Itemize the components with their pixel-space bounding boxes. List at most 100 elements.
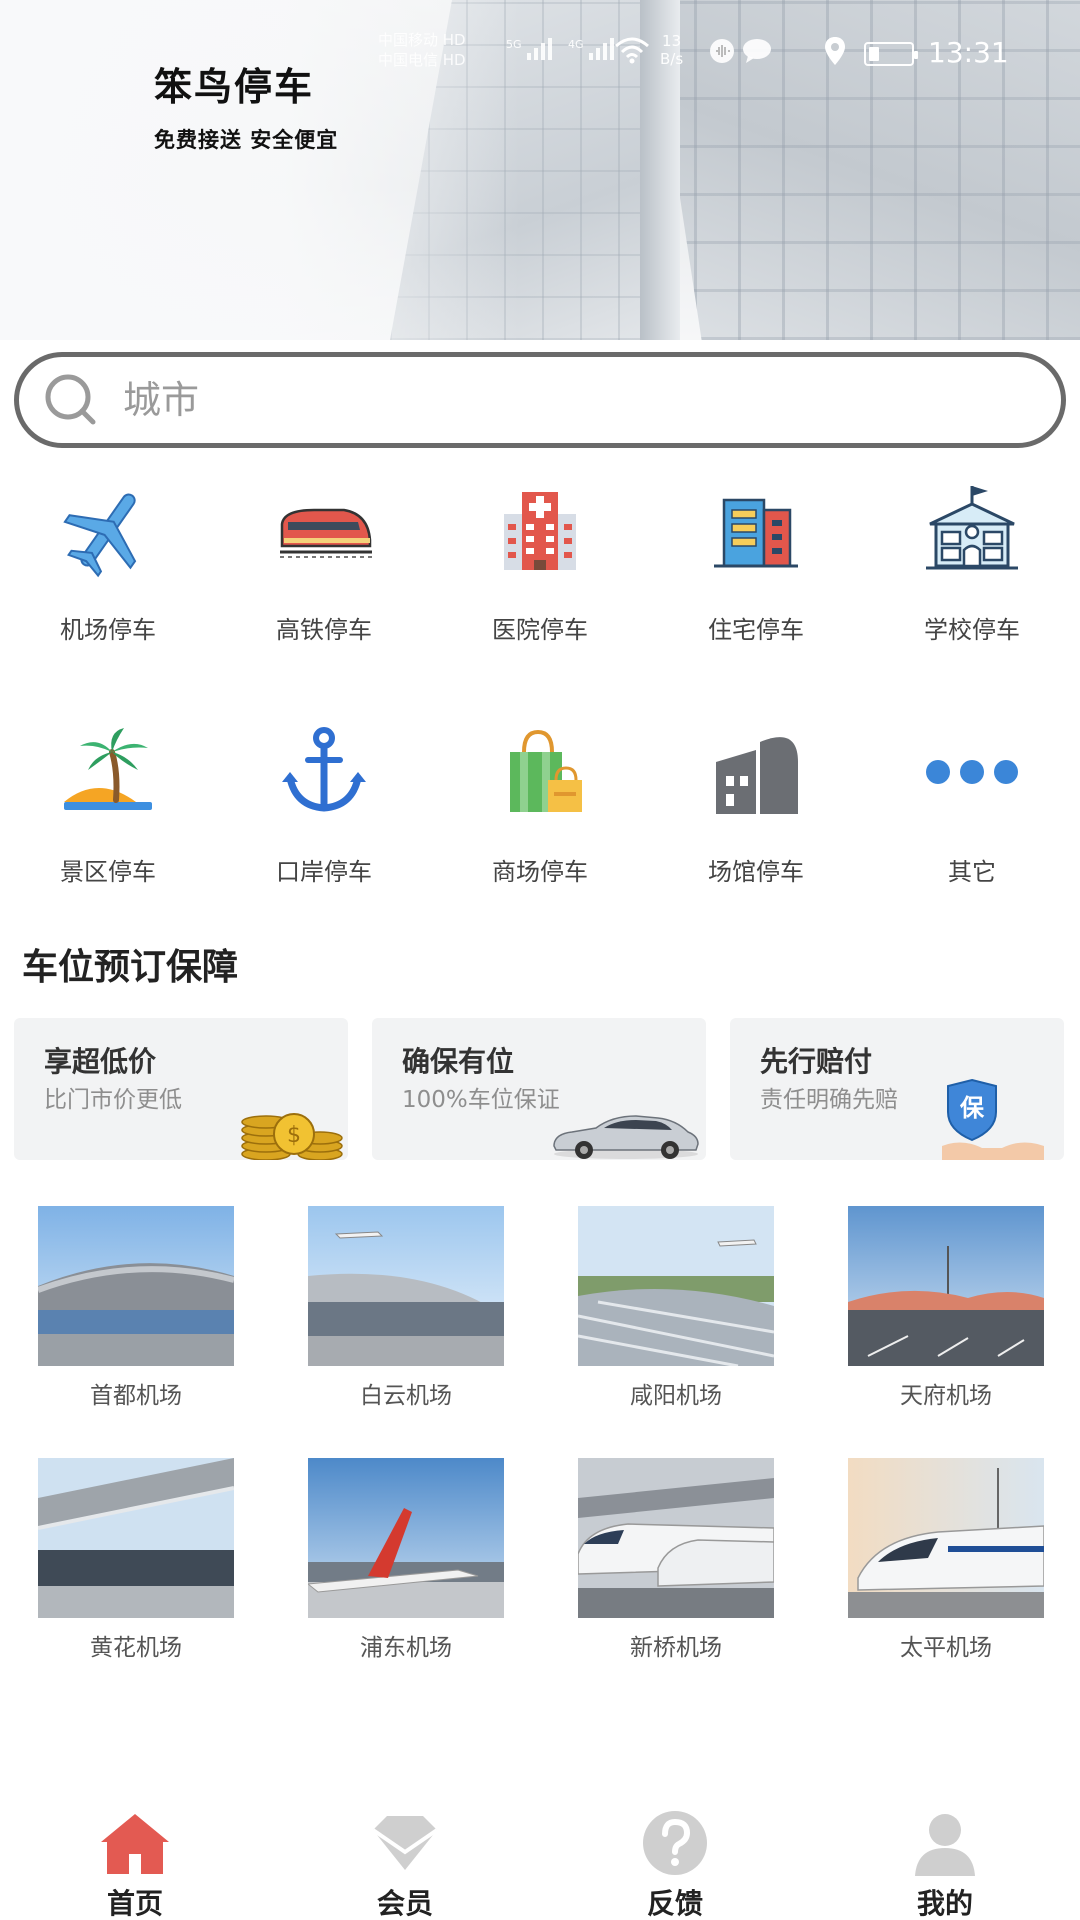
search-icon bbox=[45, 374, 96, 425]
category-train[interactable]: 高铁停车 bbox=[216, 470, 432, 670]
airport-photo bbox=[578, 1458, 774, 1618]
category-label: 商场停车 bbox=[492, 858, 588, 886]
airport-item-xinqiao[interactable]: 新桥机场 bbox=[578, 1458, 774, 1662]
category-residence[interactable]: 住宅停车 bbox=[648, 470, 864, 670]
anchor-icon bbox=[282, 727, 366, 812]
airport-name: 浦东机场 bbox=[360, 1635, 452, 1661]
airport-item-shoudu[interactable]: 首都机场 bbox=[38, 1206, 234, 1410]
category-hospital[interactable]: 医院停车 bbox=[432, 470, 648, 670]
high-speed-train-icon bbox=[280, 508, 372, 558]
svg-text:$: $ bbox=[287, 1123, 301, 1148]
tab-label: 反馈 bbox=[646, 1887, 703, 1920]
more-dots-icon bbox=[926, 760, 1018, 784]
message-icon bbox=[743, 39, 771, 63]
airport-photo bbox=[848, 1458, 1044, 1618]
airport-name: 白云机场 bbox=[360, 1383, 452, 1409]
airport-name: 新桥机场 bbox=[630, 1635, 722, 1661]
card-title: 享超低价 bbox=[44, 1045, 157, 1078]
search-input[interactable] bbox=[123, 378, 1003, 422]
airport-name: 咸阳机场 bbox=[630, 1383, 722, 1409]
battery-icon bbox=[864, 42, 918, 66]
section-title: 车位预订保障 bbox=[22, 947, 239, 988]
tab-label: 会员 bbox=[376, 1887, 433, 1920]
airport-photo bbox=[848, 1206, 1044, 1366]
tab-mine[interactable]: 我的 bbox=[810, 1800, 1080, 1920]
palm-island-icon bbox=[64, 728, 152, 810]
airport-item-pudong[interactable]: 浦东机场 bbox=[308, 1458, 504, 1662]
tab-label: 首页 bbox=[106, 1887, 163, 1920]
guarantee-card-compensation[interactable]: 先行赔付 责任明确先赔 保 bbox=[730, 1018, 1064, 1160]
tab-feedback[interactable]: 反馈 bbox=[540, 1800, 810, 1920]
category-label: 机场停车 bbox=[60, 616, 156, 644]
search-bar[interactable] bbox=[14, 352, 1066, 448]
category-scenic[interactable]: 景区停车 bbox=[0, 712, 216, 912]
category-label: 高铁停车 bbox=[276, 616, 372, 644]
carrier-2: 中国电信 HD bbox=[378, 51, 466, 69]
card-subtitle: 责任明确先赔 bbox=[760, 1087, 898, 1113]
home-icon bbox=[101, 1814, 169, 1874]
airport-item-xianyang[interactable]: 咸阳机场 bbox=[578, 1206, 774, 1410]
airport-name: 天府机场 bbox=[900, 1383, 992, 1409]
airport-item-baiyun[interactable]: 白云机场 bbox=[308, 1206, 504, 1410]
question-icon bbox=[643, 1811, 707, 1875]
signal-4g-icon: 4G bbox=[568, 38, 614, 64]
category-label: 医院停车 bbox=[492, 616, 588, 644]
category-label: 住宅停车 bbox=[708, 616, 804, 644]
airport-photo bbox=[578, 1206, 774, 1366]
status-bar: 中国移动 HD 中国电信 HD 5G 4G 13 B/s 13:31 bbox=[378, 28, 1058, 78]
category-venue[interactable]: 场馆停车 bbox=[648, 712, 864, 912]
card-title: 先行赔付 bbox=[760, 1045, 873, 1078]
app-title: 笨鸟停车 bbox=[154, 65, 315, 109]
hospital-icon bbox=[504, 492, 576, 570]
residence-icon bbox=[714, 498, 798, 568]
tab-member[interactable]: 会员 bbox=[270, 1800, 540, 1920]
guarantee-card-guaranteed-spot[interactable]: 确保有位 100%车位保证 bbox=[372, 1018, 706, 1160]
wifi-icon bbox=[615, 37, 649, 64]
network-speed: 13 B/s bbox=[660, 32, 684, 68]
airport-name: 太平机场 bbox=[900, 1635, 992, 1661]
category-label: 其它 bbox=[948, 858, 996, 886]
school-icon bbox=[926, 486, 1018, 570]
airport-photo bbox=[308, 1206, 504, 1366]
diamond-icon bbox=[371, 1816, 439, 1870]
shield-hands-icon: 保 bbox=[932, 1076, 1052, 1160]
category-label: 场馆停车 bbox=[708, 858, 804, 886]
category-label: 学校停车 bbox=[924, 616, 1020, 644]
airplane-icon bbox=[63, 493, 137, 578]
airport-item-huanghua[interactable]: 黄花机场 bbox=[38, 1458, 234, 1662]
category-school[interactable]: 学校停车 bbox=[864, 470, 1080, 670]
header-banner: 笨鸟停车 免费接送 安全便宜 中国移动 HD 中国电信 HD 5G 4G 13 … bbox=[0, 0, 1080, 340]
card-subtitle: 100%车位保证 bbox=[402, 1087, 560, 1113]
airport-photo bbox=[38, 1206, 234, 1366]
user-icon bbox=[915, 1814, 975, 1876]
app-slogan: 免费接送 安全便宜 bbox=[154, 128, 339, 152]
airport-photo bbox=[308, 1458, 504, 1618]
airport-photo bbox=[38, 1458, 234, 1618]
shield-badge: 保 bbox=[960, 1094, 984, 1122]
location-icon bbox=[825, 37, 845, 65]
airport-item-tianfu[interactable]: 天府机场 bbox=[848, 1206, 1044, 1410]
airport-name: 黄花机场 bbox=[90, 1635, 182, 1661]
voice-icon bbox=[710, 39, 734, 63]
shopping-bag-icon bbox=[510, 729, 582, 812]
signal-5g-icon: 5G bbox=[506, 38, 552, 64]
airport-name: 首都机场 bbox=[90, 1383, 182, 1409]
gold-coins-icon: $ bbox=[241, 1113, 343, 1160]
category-airport[interactable]: 机场停车 bbox=[0, 470, 216, 670]
clock: 13:31 bbox=[928, 36, 1009, 69]
venue-icon bbox=[716, 737, 798, 814]
category-port[interactable]: 口岸停车 bbox=[216, 712, 432, 912]
card-title: 确保有位 bbox=[402, 1045, 515, 1078]
card-subtitle: 比门市价更低 bbox=[44, 1087, 182, 1113]
tab-label: 我的 bbox=[916, 1887, 973, 1920]
category-mall[interactable]: 商场停车 bbox=[432, 712, 648, 912]
category-label: 口岸停车 bbox=[276, 858, 372, 886]
category-other[interactable]: 其它 bbox=[864, 712, 1080, 912]
airport-item-taiping[interactable]: 太平机场 bbox=[848, 1458, 1044, 1662]
category-label: 景区停车 bbox=[60, 858, 156, 886]
bottom-tab-bar: 首页 会员 反馈 我的 bbox=[0, 1800, 1080, 1920]
tab-home[interactable]: 首页 bbox=[0, 1800, 270, 1920]
carrier-1: 中国移动 HD bbox=[378, 31, 466, 49]
carrier-info: 中国移动 HD 中国电信 HD bbox=[378, 30, 466, 70]
guarantee-card-low-price[interactable]: 享超低价 比门市价更低 $ bbox=[14, 1018, 348, 1160]
